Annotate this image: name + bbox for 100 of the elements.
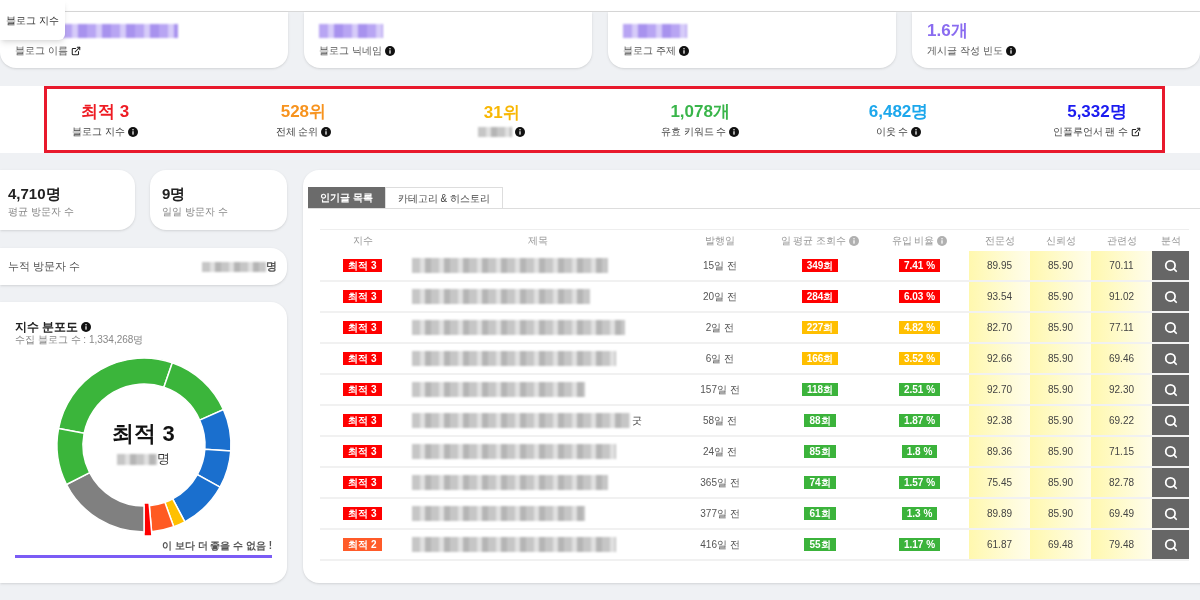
stat-value: 5,332명 (1067, 101, 1127, 122)
ratio-badge: 1.17 % (898, 538, 941, 551)
tab[interactable]: 인기글 목록 (308, 187, 385, 208)
stat-value: 31위 (483, 102, 520, 123)
search-icon (1163, 444, 1178, 459)
search-button[interactable] (1152, 375, 1189, 404)
views-badge: 74회 (804, 476, 836, 489)
stat-value: 최적 3 (80, 101, 130, 122)
search-icon (1163, 413, 1178, 428)
visitor-label: 평균 방문자 수 (8, 206, 75, 218)
date-text: 24일 전 (703, 445, 737, 459)
search-button[interactable] (1152, 282, 1189, 311)
grade-badge: 최적 3 (343, 259, 382, 272)
views-badge: 88회 (804, 414, 836, 427)
search-icon (1163, 475, 1178, 490)
ratio-badge: 1.8 % (901, 445, 938, 458)
column-header: 전문성 (984, 234, 1015, 248)
score-cell: 75.45 (969, 468, 1030, 497)
search-button[interactable] (1152, 313, 1189, 342)
donut-slice (196, 448, 232, 488)
unit-text: 명 (266, 259, 277, 275)
search-icon (1163, 382, 1178, 397)
search-button[interactable] (1152, 499, 1189, 528)
grade-badge: 최적 3 (343, 414, 382, 427)
score-cell: 77.11 (1091, 313, 1152, 342)
info-label: 블로그 닉네임 (319, 45, 382, 57)
score-cell: 85.90 (1030, 437, 1091, 466)
visitor-label: 일일 방문자 수 (162, 206, 229, 218)
date-text: 416일 전 (700, 538, 740, 552)
grade-badge: 최적 3 (343, 383, 382, 396)
score-cell: 91.02 (1091, 282, 1152, 311)
views-badge: 118회 (801, 383, 839, 396)
score-cell: 85.90 (1030, 468, 1091, 497)
grade-badge: 최적 3 (343, 476, 382, 489)
info-icon (81, 322, 92, 332)
views-badge: 55회 (804, 538, 836, 551)
stat-value: 528위 (280, 101, 327, 122)
tab[interactable]: 카테고리 & 히스토리 (384, 187, 503, 208)
score-cell: 89.95 (969, 251, 1030, 280)
grade-badge: 최적 3 (343, 290, 382, 303)
info-label: 블로그 이름 (15, 45, 68, 57)
score-cell: 69.46 (1091, 344, 1152, 373)
score-cell: 79.48 (1091, 530, 1152, 559)
search-button[interactable] (1152, 406, 1189, 435)
card-subtitle: 수집 블로그 수 : 1,334,268명 (15, 334, 144, 346)
views-badge: 284회 (801, 290, 839, 303)
score-cell: 89.36 (969, 437, 1030, 466)
stat-label: 유효 키워드 수 (660, 125, 727, 138)
views-badge: 227회 (801, 321, 839, 334)
card-title: 지수 분포도 (15, 319, 79, 335)
blurred-text (202, 261, 266, 272)
score-cell: 85.90 (1030, 344, 1091, 373)
views-badge: 166회 (801, 352, 839, 365)
ratio-badge: 2.51 % (898, 383, 941, 396)
score-cell: 69.48 (1030, 530, 1091, 559)
stat-value: 6,482명 (868, 101, 929, 122)
search-button[interactable] (1152, 468, 1189, 497)
info-icon (729, 126, 740, 137)
search-button[interactable] (1152, 530, 1189, 559)
score-cell: 93.54 (969, 282, 1030, 311)
score-cell: 92.70 (969, 375, 1030, 404)
search-button[interactable] (1152, 251, 1189, 280)
date-text: 2일 전 (705, 321, 735, 335)
score-cell: 85.90 (1030, 406, 1091, 435)
score-cell: 71.15 (1091, 437, 1152, 466)
external-link-icon[interactable] (70, 46, 81, 56)
search-icon (1163, 506, 1178, 521)
search-icon (1163, 258, 1178, 273)
ratio-badge: 6.03 % (898, 290, 941, 303)
stat-label: 인플루언서 팬 수 (1052, 125, 1129, 138)
external-link-icon[interactable] (1131, 126, 1142, 137)
search-icon (1163, 320, 1178, 335)
date-text: 6일 전 (705, 352, 735, 366)
info-label: 블로그 주제 (623, 45, 676, 57)
center-value: 최적 3 (112, 421, 175, 448)
visitor-value: 9명 (162, 185, 187, 203)
column-header: 제목 (527, 234, 548, 248)
search-button[interactable] (1152, 437, 1189, 466)
info-icon (127, 126, 138, 137)
date-text: 58일 전 (703, 414, 737, 428)
views-badge: 61회 (804, 507, 836, 520)
info-icon (678, 46, 689, 56)
status-message: 이 보다 더 좋을 수 없음 ! (162, 540, 272, 552)
stat-value: 1,078개 (670, 101, 730, 122)
score-cell: 85.90 (1030, 499, 1091, 528)
total-visitors-label: 누적 방문자 수 (8, 259, 81, 275)
info-label: 게시글 작성 빈도 (927, 45, 1003, 57)
info-icon (911, 126, 922, 137)
ratio-badge: 3.52 % (898, 352, 941, 365)
search-button[interactable] (1152, 344, 1189, 373)
score-cell: 82.70 (969, 313, 1030, 342)
score-cell: 69.49 (1091, 499, 1152, 528)
column-header: 일 평균 조회수 (780, 234, 847, 248)
score-cell: 69.22 (1091, 406, 1152, 435)
score-cell: 85.90 (1030, 282, 1091, 311)
score-cell: 89.89 (969, 499, 1030, 528)
ratio-badge: 1.3 % (901, 507, 938, 520)
date-text: 377일 전 (700, 507, 740, 521)
grade-badge: 최적 3 (343, 321, 382, 334)
info-value: 1.6개 (927, 21, 968, 41)
